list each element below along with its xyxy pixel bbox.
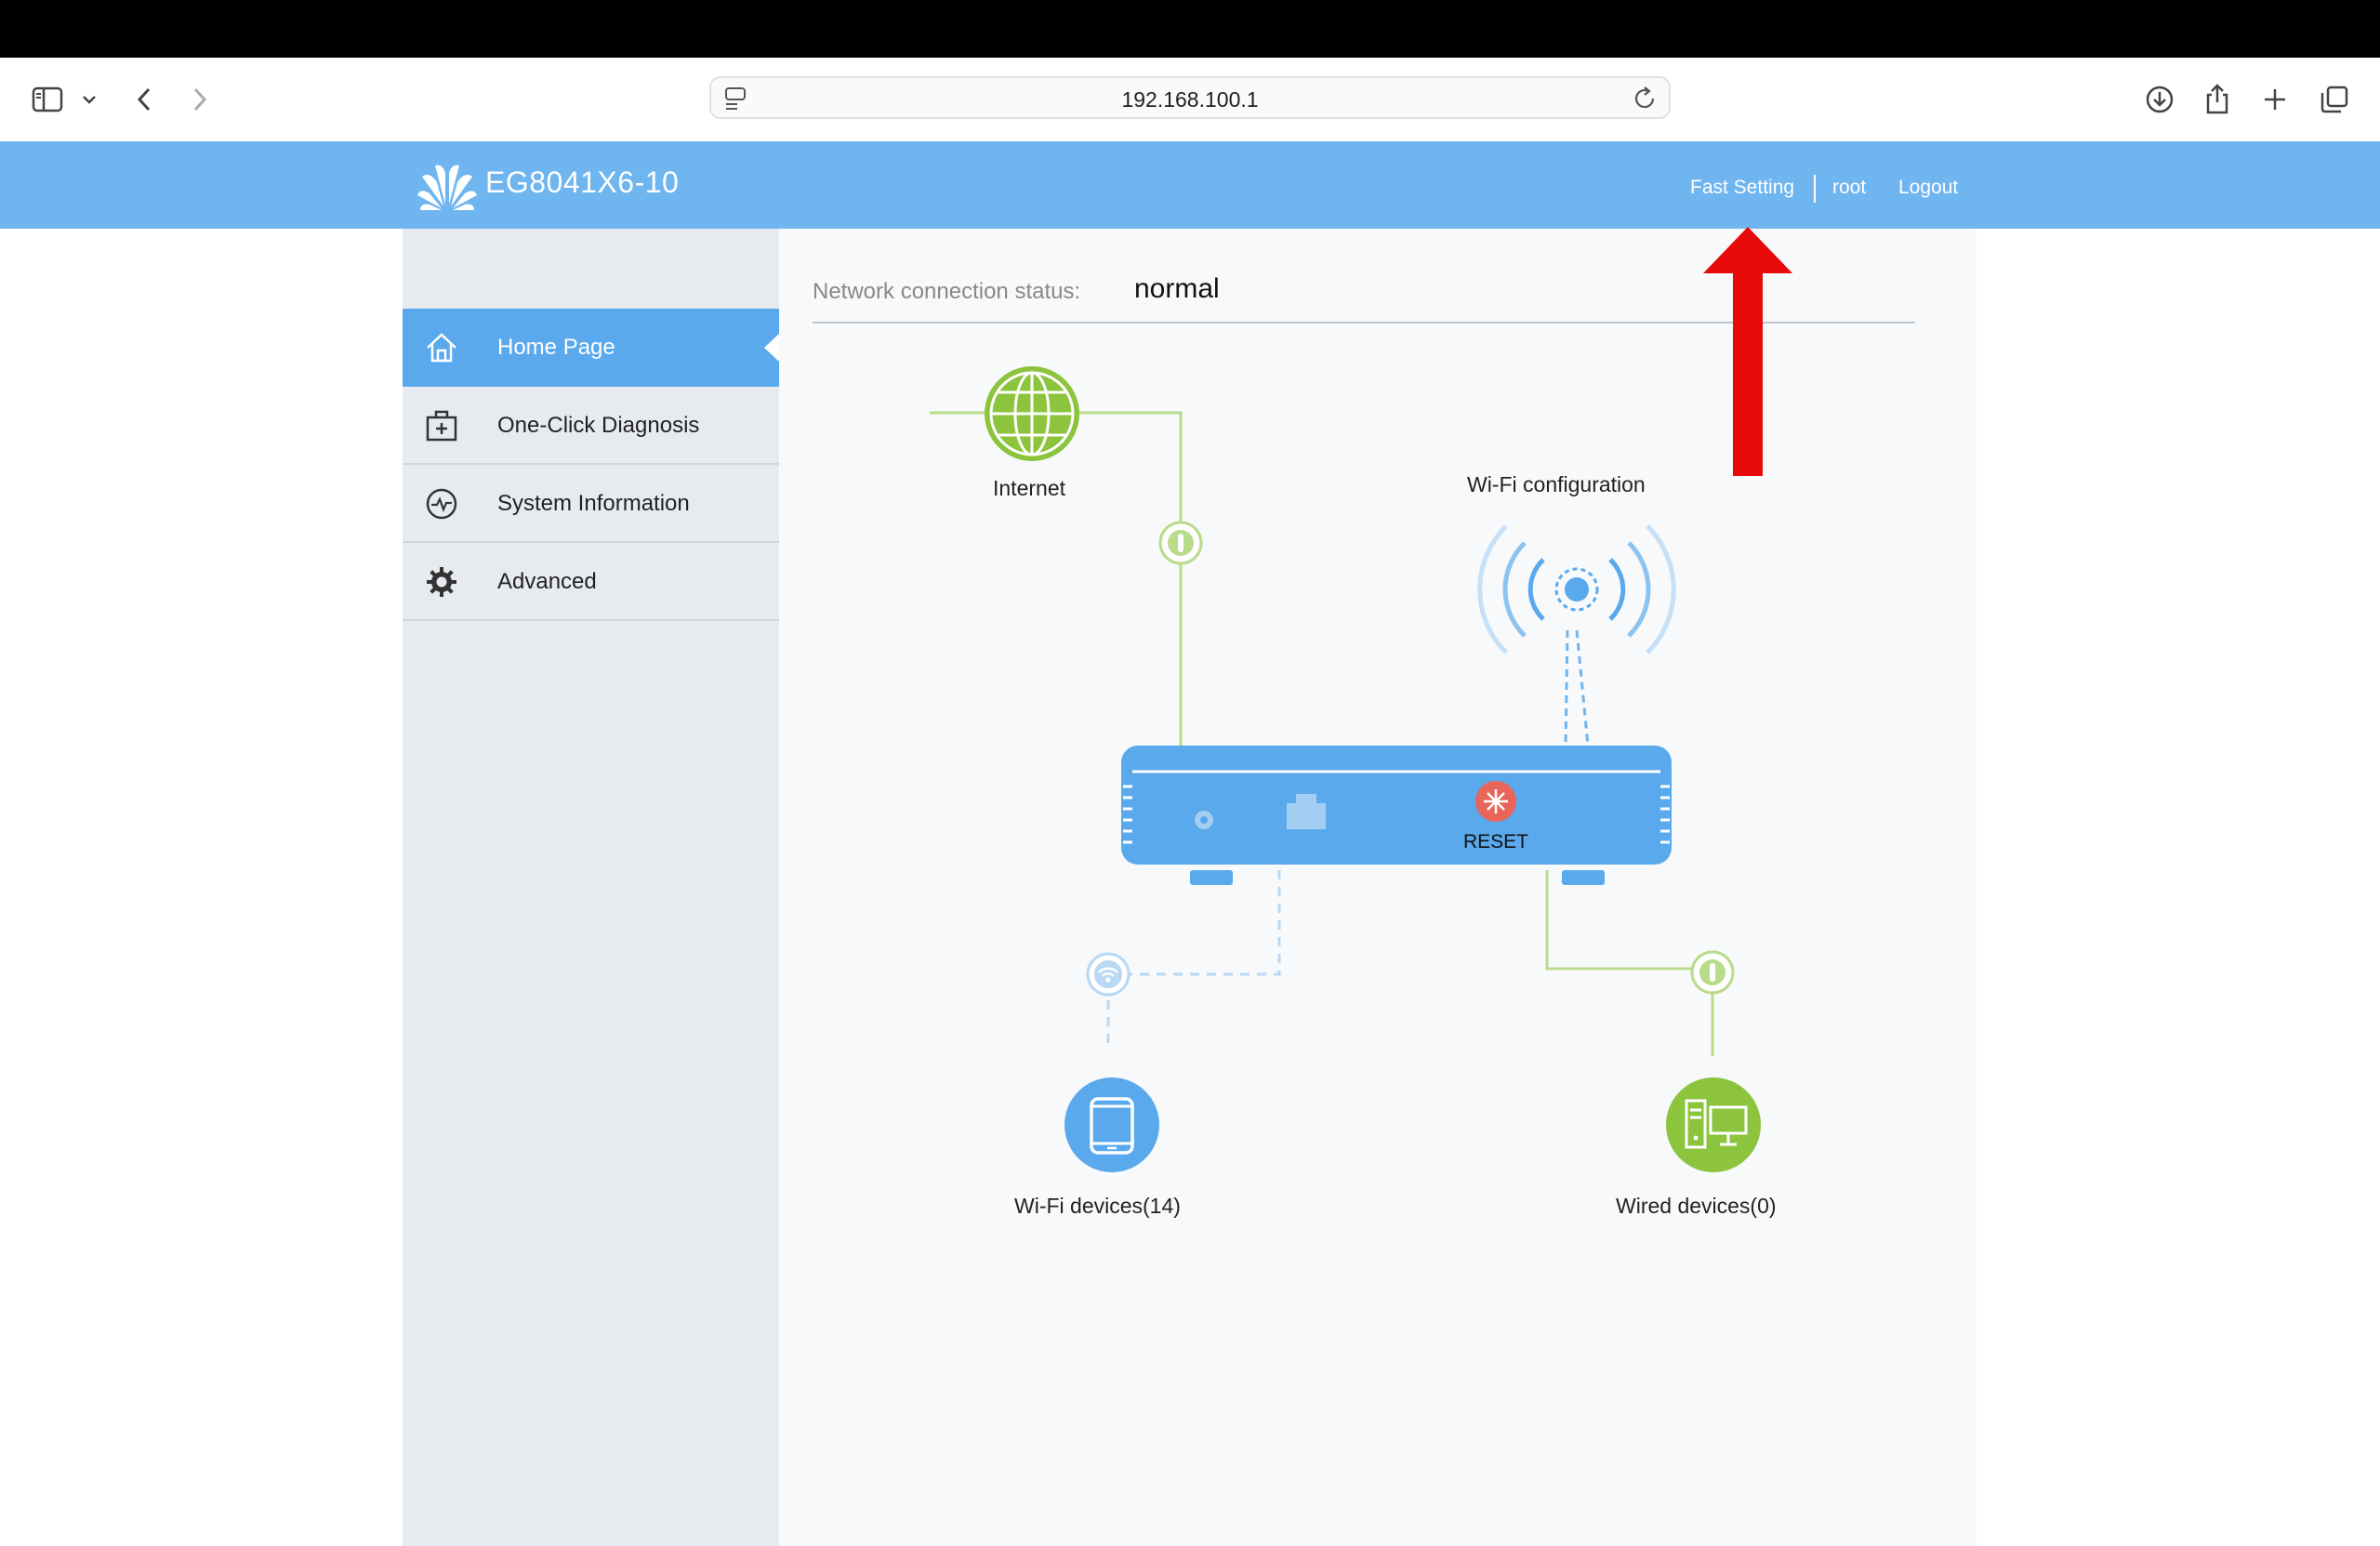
browser-toolbar: 192.168.100.1 [0, 58, 2380, 141]
address-bar[interactable]: 192.168.100.1 [709, 76, 1671, 119]
internet-label[interactable]: Internet [993, 476, 1065, 501]
router-model-name: EG8041X6-10 [485, 165, 680, 199]
internet-connector-node [1158, 521, 1203, 565]
user-name-link[interactable]: root [1832, 177, 1866, 199]
pulse-icon [423, 485, 460, 522]
wired-connection-line [1545, 870, 1714, 1056]
antenna-line-left [1564, 629, 1569, 747]
router-header: EG8041X6-10 Fast Setting root Logout [0, 141, 2380, 229]
wired-connector-node [1690, 950, 1735, 995]
sidebar-item-label: Advanced [497, 569, 597, 594]
sidebar-toggle-icon[interactable] [26, 78, 69, 121]
download-icon[interactable] [2138, 78, 2181, 121]
wifi-signal-node [1086, 952, 1130, 997]
wifi-devices-connection-line [1106, 870, 1281, 1049]
sidebar-item-home-page[interactable]: Home Page [403, 309, 779, 387]
new-tab-icon[interactable] [2254, 78, 2296, 121]
wifi-devices-link[interactable]: Wi-Fi devices(14) [1014, 1194, 1181, 1219]
forward-arrow-icon[interactable] [178, 78, 221, 121]
internet-connection-line [930, 411, 1183, 746]
back-arrow-icon[interactable] [123, 78, 165, 121]
gear-icon [423, 563, 460, 601]
system-top-bar [0, 0, 2380, 58]
sidebar-item-advanced[interactable]: Advanced [403, 543, 779, 621]
chevron-down-icon[interactable] [71, 78, 108, 121]
annotation-arrow-icon [1703, 227, 1792, 476]
sidebar-item-label: System Information [497, 491, 690, 516]
router-device-icon [1121, 746, 1672, 885]
antenna-line-right [1575, 629, 1590, 747]
reset-label: RESET [1463, 831, 1528, 852]
wired-devices-link[interactable]: Wired devices(0) [1616, 1194, 1777, 1219]
desktop-computer-icon [1666, 1077, 1761, 1172]
tablet-icon [1064, 1077, 1159, 1172]
active-indicator-notch [764, 334, 779, 362]
reload-icon[interactable] [1633, 86, 1658, 116]
topology-diagram: RESET [930, 366, 1761, 1172]
globe-icon [985, 366, 1079, 461]
huawei-logo-icon [416, 160, 478, 212]
share-icon[interactable] [2196, 78, 2239, 121]
logout-link[interactable]: Logout [1898, 177, 1958, 199]
first-aid-kit-icon [423, 407, 460, 444]
header-separator [1814, 175, 1816, 203]
home-icon [423, 329, 460, 366]
fast-setting-link[interactable]: Fast Setting [1690, 177, 1794, 199]
sidebar-item-label: Home Page [497, 335, 615, 360]
tab-overview-icon[interactable] [2313, 78, 2356, 121]
main-content: Network connection status: normal RESET … [779, 229, 1977, 1546]
sidebar-item-one-click-diagnosis[interactable]: One-Click Diagnosis [403, 387, 779, 465]
reset-button-icon [1475, 781, 1516, 822]
url-text[interactable]: 192.168.100.1 [711, 87, 1669, 112]
sidebar-item-system-information[interactable]: System Information [403, 465, 779, 543]
sidebar: Home Page One-Click Diagnosis System Inf… [403, 229, 779, 1546]
wifi-configuration-link[interactable]: Wi-Fi configuration [1467, 472, 1646, 497]
sidebar-item-label: One-Click Diagnosis [497, 413, 700, 438]
